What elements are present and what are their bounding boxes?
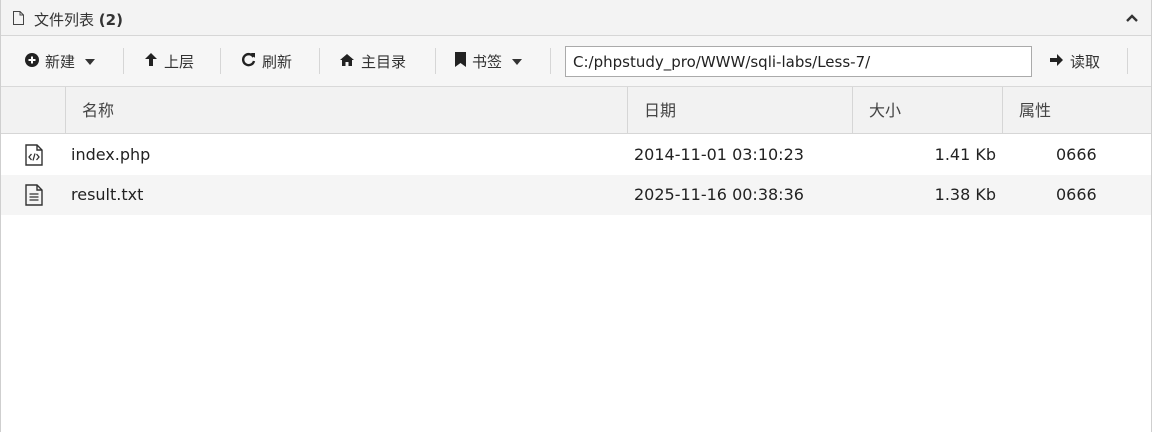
arrow-up-icon: [144, 52, 158, 71]
column-header-name[interactable]: 名称: [65, 87, 627, 134]
caret-down-icon: [85, 58, 96, 65]
toolbar-divider: [1127, 48, 1128, 74]
file-list-panel: 文件列表 (2) 新建 上层 刷新 主目录 书签 C:/phpstudy_pro…: [0, 0, 1152, 432]
path-input[interactable]: [565, 46, 1032, 77]
table-header: 名称 日期 大小 属性: [1, 87, 1151, 134]
home-icon: [339, 53, 355, 71]
column-header-attributes[interactable]: 属性: [1002, 87, 1152, 134]
toolbar-divider: [220, 48, 221, 74]
arrow-right-icon: [1049, 53, 1064, 71]
read-button[interactable]: 读取: [1049, 36, 1100, 87]
bookmark-icon: [455, 52, 466, 71]
refresh-button[interactable]: 刷新: [241, 36, 292, 87]
file-size: 1.38 Kb: [934, 185, 996, 204]
panel-title-label: 文件列表: [34, 11, 95, 29]
table-row[interactable]: result.txt 2025-11-16 00:38:36 1.38 Kb 0…: [1, 175, 1151, 215]
new-button-label: 新建: [45, 53, 76, 71]
column-header-date[interactable]: 日期: [627, 87, 852, 134]
bookmark-button-label: 书签: [472, 53, 503, 71]
panel-title: 文件列表 (2): [34, 9, 123, 30]
column-header-size[interactable]: 大小: [852, 87, 1002, 134]
panel-header: 文件列表 (2): [1, 0, 1151, 36]
home-button[interactable]: 主目录: [339, 36, 406, 87]
toolbar-divider: [435, 48, 436, 74]
code-file-icon: [25, 144, 43, 166]
file-size: 1.41 Kb: [934, 145, 996, 164]
toolbar-divider: [319, 48, 320, 74]
toolbar-divider: [550, 48, 551, 74]
refresh-button-label: 刷新: [262, 53, 293, 71]
file-count: (2): [98, 11, 123, 29]
file-name: index.php: [71, 145, 151, 164]
table-row[interactable]: index.php 2014-11-01 03:10:23 1.41 Kb 06…: [1, 135, 1151, 175]
file-date: 2025-11-16 00:38:36: [634, 185, 804, 204]
up-button[interactable]: 上层: [144, 36, 194, 87]
file-name: result.txt: [71, 185, 144, 204]
up-button-label: 上层: [164, 53, 195, 71]
file-table-body: index.php 2014-11-01 03:10:23 1.41 Kb 06…: [1, 135, 1151, 215]
file-attributes: 0666: [1056, 185, 1097, 204]
caret-down-icon: [512, 58, 523, 65]
bookmark-button[interactable]: 书签: [455, 36, 523, 87]
document-icon: [13, 11, 24, 25]
text-file-icon: [25, 184, 43, 206]
home-button-label: 主目录: [361, 53, 407, 71]
toolbar-divider: [123, 48, 124, 74]
plus-circle-icon: [25, 52, 39, 71]
file-date: 2014-11-01 03:10:23: [634, 145, 804, 164]
new-button[interactable]: 新建: [25, 36, 96, 87]
read-button-label: 读取: [1070, 53, 1101, 71]
file-attributes: 0666: [1056, 145, 1097, 164]
refresh-icon: [241, 52, 256, 71]
chevron-up-icon[interactable]: [1125, 11, 1139, 25]
toolbar: 新建 上层 刷新 主目录 书签 C:/phpstudy_pro/WWW/sqli…: [1, 36, 1151, 87]
